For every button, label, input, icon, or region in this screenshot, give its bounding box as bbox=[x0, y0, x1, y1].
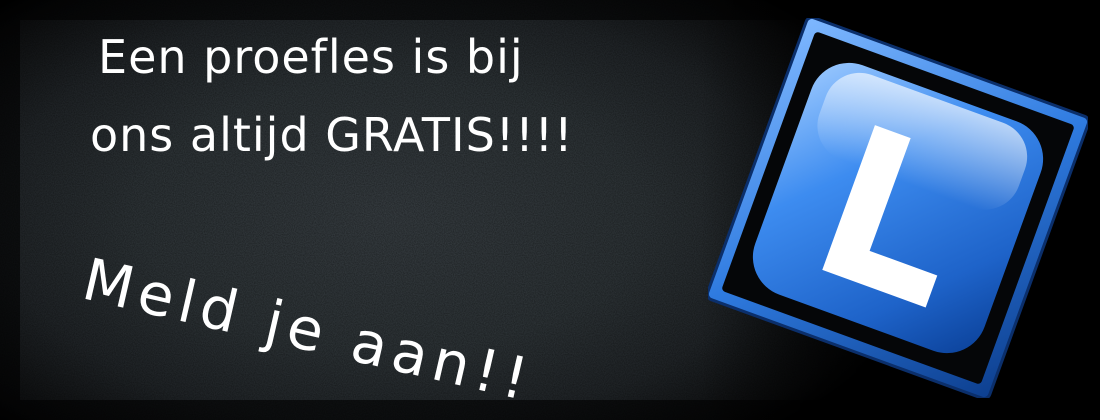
promo-banner: Een proefles is bij ons altijd GRATIS!!!… bbox=[0, 0, 1100, 420]
learner-l-cube-icon bbox=[708, 18, 1088, 398]
headline-line-2: ons altijd GRATIS!!!! bbox=[90, 108, 574, 162]
call-to-action-text: Meld je aan!! bbox=[76, 245, 540, 415]
headline-line-1: Een proefles is bij bbox=[98, 30, 524, 84]
